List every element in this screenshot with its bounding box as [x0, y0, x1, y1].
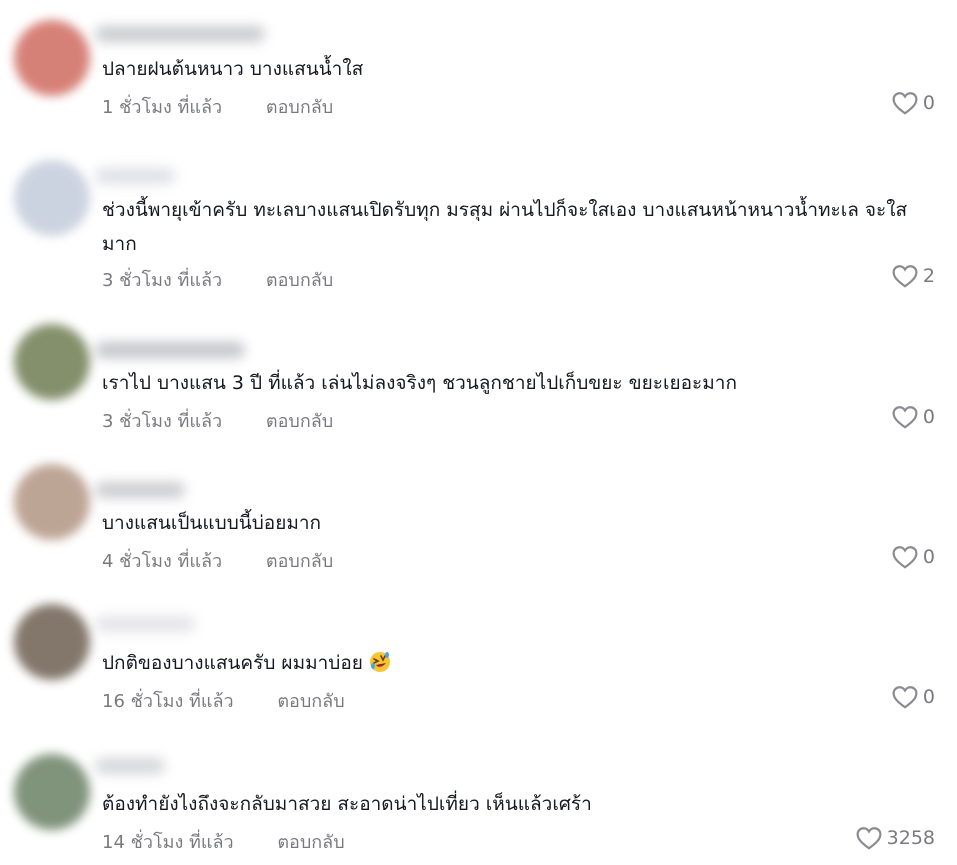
username[interactable] [95, 616, 195, 632]
like-count: 0 [922, 406, 935, 428]
comment-text: ปกติของบางแสนครับ ผมมาบ่อย [102, 646, 933, 680]
comment-item: ช่วงนี้พายุเข้าครับ ทะเลบางแสนเปิดรับทุก… [0, 130, 957, 320]
avatar[interactable] [14, 324, 90, 400]
like-button[interactable]: 3258 [856, 826, 935, 850]
like-button[interactable]: 0 [892, 685, 935, 709]
comment-meta: 16 ชั่วโมง ที่แล้ว ตอบกลับ [102, 686, 345, 715]
comment-text: เราไป บางแสน 3 ปี ที่แล้ว เล่นไม่ลงจริงๆ… [102, 372, 737, 394]
heart-outline-icon [892, 405, 918, 429]
like-button[interactable]: 2 [892, 264, 935, 288]
username[interactable] [95, 758, 165, 774]
comment-time: 16 ชั่วโมง ที่แล้ว [102, 691, 234, 712]
like-count: 2 [922, 265, 935, 287]
heart-outline-icon [892, 264, 918, 288]
avatar[interactable] [14, 464, 90, 540]
like-count: 0 [922, 686, 935, 708]
avatar[interactable] [14, 20, 90, 96]
heart-outline-icon [892, 545, 918, 569]
comment-item: ต้องทำยังไงถึงจะกลับมาสวย สะอาดน่าไปเที่… [0, 730, 957, 865]
comment-item: บางแสนเป็นแบบนี้บ่อยมาก 4 ชั่วโมง ที่แล้… [0, 450, 957, 590]
comment-time: 3 ชั่วโมง ที่แล้ว [102, 411, 223, 432]
reply-button[interactable]: ตอบกลับ [266, 92, 333, 121]
comment-text: บางแสนเป็นแบบนี้บ่อยมาก [102, 512, 322, 534]
comment-meta: 1 ชั่วโมง ที่แล้ว ตอบกลับ [102, 92, 333, 121]
comment-item: เราไป บางแสน 3 ปี ที่แล้ว เล่นไม่ลงจริงๆ… [0, 320, 957, 450]
comment-text-content: ปกติของบางแสนครับ ผมมาบ่อย [102, 652, 363, 674]
username[interactable] [95, 26, 265, 42]
heart-outline-icon [892, 91, 918, 115]
username[interactable] [95, 342, 245, 358]
username[interactable] [95, 168, 175, 184]
like-button[interactable]: 0 [892, 91, 935, 115]
like-count: 0 [922, 92, 935, 114]
reply-button[interactable]: ตอบกลับ [277, 827, 344, 856]
reply-button[interactable]: ตอบกลับ [266, 546, 333, 575]
heart-outline-icon [856, 826, 882, 850]
comment-meta: 3 ชั่วโมง ที่แล้ว ตอบกลับ [102, 406, 333, 435]
avatar[interactable] [14, 160, 90, 236]
rolling-on-floor-laughing-emoji [369, 650, 391, 672]
like-button[interactable]: 0 [892, 405, 935, 429]
avatar[interactable] [14, 604, 90, 680]
comment-text: ปลายฝนต้นหนาว บางแสนน้ำใส [102, 58, 364, 80]
heart-outline-icon [892, 685, 918, 709]
comment-meta: 3 ชั่วโมง ที่แล้ว ตอบกลับ [102, 265, 333, 294]
comment-text: ต้องทำยังไงถึงจะกลับมาสวย สะอาดน่าไปเที่… [102, 793, 592, 815]
like-count: 3258 [886, 827, 935, 849]
comment-meta: 4 ชั่วโมง ที่แล้ว ตอบกลับ [102, 546, 333, 575]
reply-button[interactable]: ตอบกลับ [277, 686, 344, 715]
comment-item: ปลายฝนต้นหนาว บางแสนน้ำใส 1 ชั่วโมง ที่แ… [0, 0, 957, 130]
comment-item: ปกติของบางแสนครับ ผมมาบ่อย 16 ชั่วโมง ที… [0, 590, 957, 730]
comment-time: 3 ชั่วโมง ที่แล้ว [102, 270, 223, 291]
reply-button[interactable]: ตอบกลับ [266, 265, 333, 294]
like-count: 0 [922, 546, 935, 568]
comment-time: 4 ชั่วโมง ที่แล้ว [102, 551, 223, 572]
comment-meta: 14 ชั่วโมง ที่แล้ว ตอบกลับ [102, 827, 345, 856]
comment-time: 1 ชั่วโมง ที่แล้ว [102, 97, 223, 118]
username[interactable] [95, 482, 185, 498]
comment-text: ช่วงนี้พายุเข้าครับ ทะเลบางแสนเปิดรับทุก… [102, 199, 908, 255]
avatar[interactable] [14, 754, 90, 830]
reply-button[interactable]: ตอบกลับ [266, 406, 333, 435]
comment-time: 14 ชั่วโมง ที่แล้ว [102, 832, 234, 853]
like-button[interactable]: 0 [892, 545, 935, 569]
